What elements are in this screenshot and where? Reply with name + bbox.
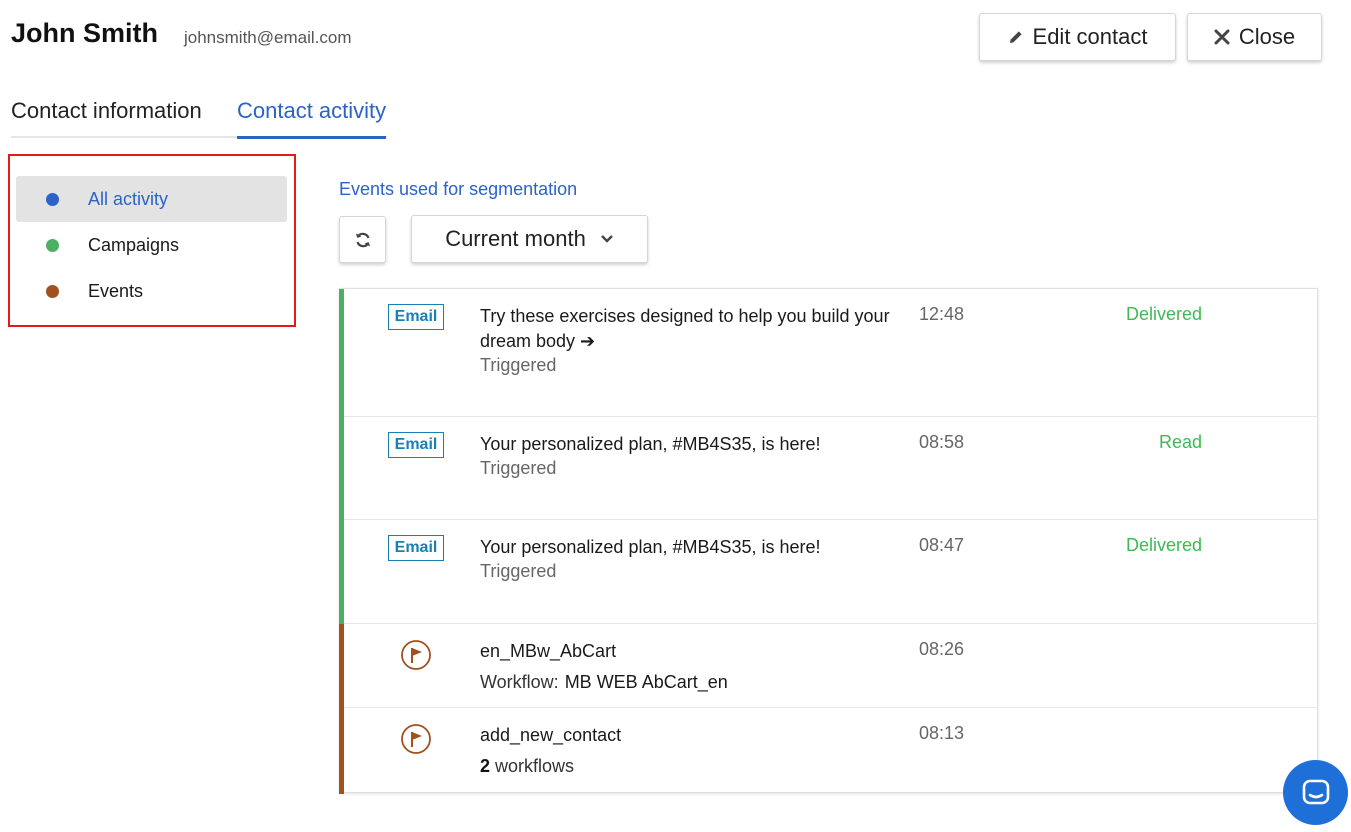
activity-row[interactable]: en_MBw_AbCart Workflow: MB WEB AbCart_en … [339, 624, 1318, 708]
event-title[interactable]: add_new_contact [480, 723, 900, 748]
flag-icon [401, 724, 431, 754]
pencil-icon [1009, 31, 1022, 43]
x-icon [1214, 29, 1230, 45]
email-badge: Email [388, 432, 444, 458]
activity-row[interactable]: Email Try these exercises designed to he… [339, 289, 1318, 417]
activity-row[interactable]: Email Your personalized plan, #MB4S35, i… [339, 417, 1318, 520]
email-badge: Email [388, 304, 444, 330]
edit-contact-label: Edit contact [1032, 24, 1148, 49]
activity-subtitle: Triggered [480, 458, 557, 478]
workflow-label: Workflow: [480, 672, 559, 692]
chat-icon [1302, 779, 1329, 804]
activity-title[interactable]: Your personalized plan, #MB4S35, is here… [480, 535, 900, 560]
activity-time: 12:48 [919, 304, 965, 324]
chat-launcher-button[interactable] [1283, 760, 1348, 825]
activity-time: 08:58 [919, 432, 965, 452]
workflow-count[interactable]: 2 workflows [480, 756, 574, 777]
workflow-value[interactable]: MB WEB AbCart_en [565, 672, 728, 692]
activity-time: 08:13 [919, 723, 965, 743]
status-badge: Delivered [1125, 535, 1202, 555]
event-title[interactable]: en_MBw_AbCart [480, 639, 900, 664]
tab-contact-information[interactable]: Contact information [11, 98, 202, 138]
campaign-bar [339, 417, 344, 520]
tab-contact-activity[interactable]: Contact activity [237, 98, 387, 139]
activity-list: Email Try these exercises designed to he… [339, 288, 1318, 794]
activity-time: 08:47 [919, 535, 965, 555]
refresh-icon [355, 232, 370, 247]
filter-label: All activity [88, 188, 169, 209]
email-badge: Email [388, 535, 444, 561]
period-dropdown[interactable]: Current month [411, 215, 648, 263]
status-badge: Read [1158, 432, 1202, 452]
workflow-count-number: 2 [480, 756, 491, 776]
period-selected-value: Current month [445, 226, 586, 251]
workflow-info: Workflow: MB WEB AbCart_en [480, 672, 728, 693]
activity-subtitle: Triggered [480, 355, 557, 375]
campaign-bar [339, 520, 344, 624]
activity-time: 08:26 [919, 639, 965, 659]
campaign-bar [339, 289, 344, 417]
flag-icon [401, 640, 431, 670]
tab-bar: Contact information Contact activity [11, 98, 387, 139]
workflow-count-label: workflows [495, 756, 575, 776]
filter-campaigns[interactable]: Campaigns [16, 222, 287, 268]
filter-events[interactable]: Events [16, 268, 287, 314]
segmentation-events-link[interactable]: Events used for segmentation [339, 179, 577, 200]
refresh-button[interactable] [339, 216, 386, 263]
activity-title[interactable]: Try these exercises designed to help you… [480, 304, 900, 354]
activity-title[interactable]: Your personalized plan, #MB4S35, is here… [480, 432, 900, 457]
activity-filter-panel: All activity Campaigns Events [8, 154, 296, 327]
filter-all-activity[interactable]: All activity [16, 176, 287, 222]
green-dot-icon [46, 238, 59, 252]
activity-row[interactable]: Email Your personalized plan, #MB4S35, i… [339, 520, 1318, 624]
contact-email: johnsmith@email.com [184, 28, 352, 47]
blue-dot-icon [46, 192, 59, 206]
edit-contact-button[interactable]: Edit contact [979, 13, 1176, 61]
status-badge: Delivered [1125, 304, 1202, 324]
event-bar [339, 708, 344, 794]
brown-dot-icon [46, 284, 59, 298]
close-label: Close [1238, 24, 1296, 49]
activity-subtitle: Triggered [480, 561, 557, 581]
contact-name: John Smith [11, 18, 158, 48]
chevron-down-icon [600, 235, 613, 243]
filter-label: Campaigns [88, 234, 180, 255]
event-bar [339, 624, 344, 708]
activity-row[interactable]: add_new_contact 2 workflows 08:13 [339, 708, 1318, 794]
filter-label: Events [88, 280, 144, 301]
close-button[interactable]: Close [1187, 13, 1322, 61]
